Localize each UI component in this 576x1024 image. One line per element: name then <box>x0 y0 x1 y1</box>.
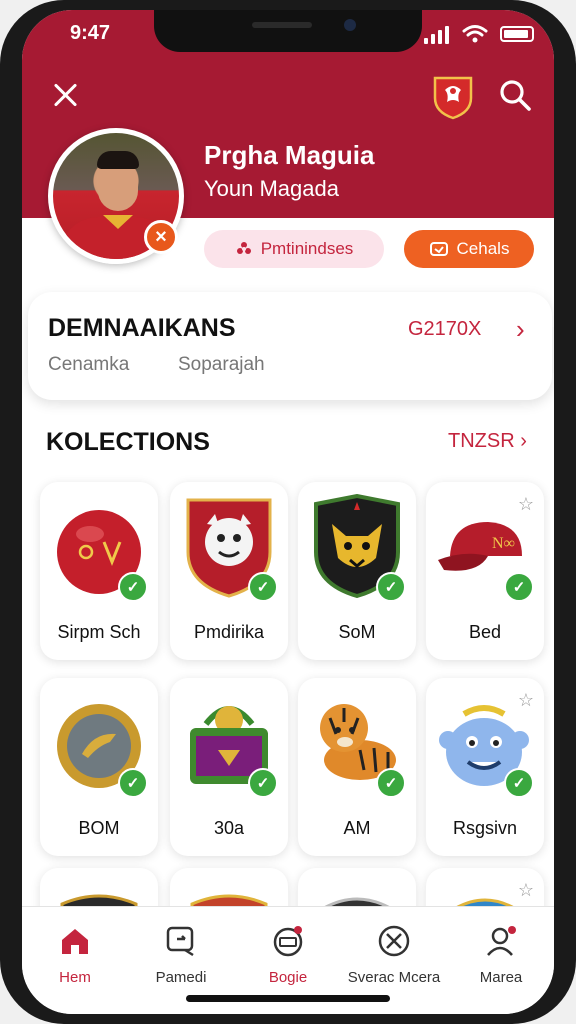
nav-label: Bogie <box>268 969 308 986</box>
summary-code: G2170X <box>408 318 482 340</box>
signal-bar <box>438 30 442 44</box>
home-icon <box>62 929 88 954</box>
chevron-right-icon: › <box>520 430 527 452</box>
owned-check-icon: ✓ <box>118 572 148 602</box>
collection-item[interactable]: ✓ BOM <box>40 678 158 856</box>
owned-check-icon: ✓ <box>504 572 534 602</box>
chevron-right-icon[interactable]: › <box>516 314 525 345</box>
speaker <box>252 22 312 28</box>
status-time: 9:47 <box>70 22 111 44</box>
collection-item[interactable]: ✓ SoM <box>298 482 416 660</box>
ticket-icon <box>273 926 303 957</box>
wifi-icon <box>462 25 488 43</box>
owned-check-icon: ✓ <box>248 572 278 602</box>
phone-frame: 9:47 × Prgha Maguia Youn Magada Pmtinind… <box>0 0 576 1024</box>
summary-card[interactable]: DEMNAAIKANS G2170X › Cenamka Soparajah <box>28 292 552 400</box>
nav-item-home[interactable]: Hem <box>22 925 128 986</box>
star-icon[interactable]: ☆ <box>518 880 534 901</box>
nav-label: Hem <box>59 969 91 986</box>
nav-label: Marea <box>479 969 523 986</box>
summary-sub-right: Soparajah <box>178 354 265 375</box>
profile-icon <box>487 926 516 956</box>
collection-item-label: Pmdirika <box>193 622 264 642</box>
owned-check-icon: ✓ <box>248 768 278 798</box>
owned-check-icon: ✓ <box>376 572 406 602</box>
collection-item-label: Rsgsivn <box>452 818 518 838</box>
search-icon[interactable] <box>498 78 532 112</box>
nav-item-pamedi[interactable]: Pamedi <box>128 925 234 986</box>
signal-bar <box>445 26 449 44</box>
collections-link-label: TNZSR <box>448 430 515 452</box>
collections-title: KOLECTIONS <box>46 428 210 456</box>
chat-search-icon <box>166 926 194 957</box>
signal-bar <box>431 34 435 44</box>
nav-label: Pamedi <box>155 969 207 986</box>
signal-bar <box>424 38 428 44</box>
primary-pill-button[interactable]: Pmtinindses <box>204 230 384 268</box>
collection-item[interactable]: ✓ Sirpm Sch <box>40 482 158 660</box>
collection-item[interactable]: ✓ AM <box>298 678 416 856</box>
summary-sub-left: Cenamka <box>48 354 130 375</box>
collections-see-all-link[interactable]: TNZSR › <box>448 430 527 453</box>
nav-item-marea[interactable]: Marea <box>448 925 554 986</box>
nav-item-bogie[interactable]: Bogie <box>235 925 341 986</box>
home-indicator <box>186 995 390 1002</box>
collection-item[interactable]: ✓ 30a <box>170 678 288 856</box>
owned-check-icon: ✓ <box>376 768 406 798</box>
collection-item-label: Bed <box>468 622 502 642</box>
svg-text:N∞: N∞ <box>492 535 515 552</box>
collection-item[interactable]: ☆ N∞ ✓ Bed <box>426 482 544 660</box>
owned-check-icon: ✓ <box>504 768 534 798</box>
remove-badge-icon[interactable]: × <box>144 220 178 254</box>
avatar-hair <box>97 151 139 169</box>
close-icon[interactable] <box>50 80 80 110</box>
collection-item-label: 30a <box>213 818 245 838</box>
collection-item[interactable]: ✓ Pmdirika <box>170 482 288 660</box>
collection-item-label: SoM <box>338 622 376 642</box>
profile-name: Prgha Maguia <box>204 140 375 170</box>
battery-icon <box>500 26 534 42</box>
collection-item[interactable]: ☆ ✓ Rsgsivn <box>426 678 544 856</box>
notch <box>154 10 422 52</box>
profile-subtitle: Youn Magada <box>204 176 339 201</box>
front-camera <box>344 19 356 31</box>
club-crest-icon <box>433 76 473 120</box>
app-screen: 9:47 × Prgha Maguia Youn Magada Pmtinind… <box>22 10 554 1014</box>
collection-item-label: AM <box>343 818 371 838</box>
status-icons <box>424 24 534 46</box>
flower-icon <box>236 242 251 254</box>
collection-item-label: BOM <box>78 818 120 838</box>
owned-check-icon: ✓ <box>118 768 148 798</box>
nav-item-sverac[interactable]: Sverac Mcera <box>341 925 447 986</box>
cancel-circle-icon <box>378 925 410 957</box>
handshake-icon <box>429 242 448 256</box>
nav-label: Sverac Mcera <box>347 969 441 986</box>
secondary-pill-button[interactable]: Cehals <box>404 230 534 268</box>
collection-item-label: Sirpm Sch <box>57 622 141 642</box>
primary-pill-label: Pmtinindses <box>260 239 354 258</box>
summary-title: DEMNAAIKANS <box>48 314 236 342</box>
secondary-pill-label: Cehals <box>456 239 510 258</box>
